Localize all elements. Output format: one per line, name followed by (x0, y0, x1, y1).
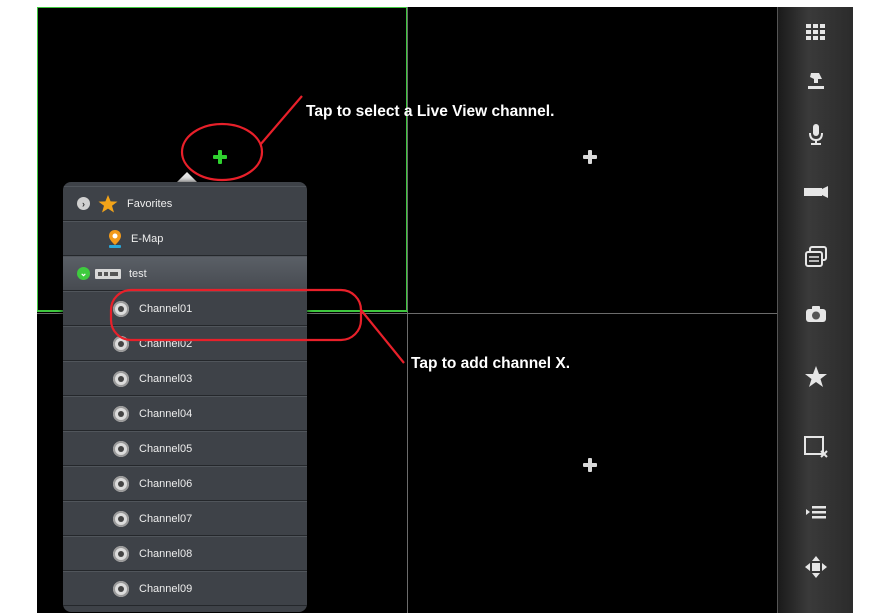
add-channel-plus-icon[interactable] (583, 150, 597, 164)
nvr-device-icon (95, 268, 121, 279)
record-icon (804, 186, 828, 198)
chevron-right-icon[interactable]: › (77, 197, 90, 210)
ptz-icon (808, 73, 824, 89)
channel-label: Channel06 (139, 477, 193, 490)
favorites-row[interactable]: › Favorites (63, 186, 307, 221)
add-channel-annotation: Tap to add channel X. (411, 355, 571, 372)
direction-pad-button[interactable] (778, 542, 853, 592)
emap-row[interactable]: E-Map (63, 221, 307, 256)
channel-row[interactable]: Channel07 (63, 501, 307, 536)
channel-row[interactable]: Channel04 (63, 396, 307, 431)
camera-icon (113, 475, 129, 492)
channel-row[interactable]: Channel08 (63, 536, 307, 571)
channel-row[interactable]: Channel09 (63, 571, 307, 606)
camera-icon (113, 335, 129, 352)
channel-label: Channel08 (139, 547, 193, 560)
channel-label: Channel05 (139, 442, 193, 455)
camera-icon (113, 580, 129, 597)
star-icon (98, 194, 118, 212)
channel-row[interactable]: Channel02 (63, 326, 307, 361)
add-channel-plus-icon[interactable] (583, 458, 597, 472)
channel-label: Channel07 (139, 512, 193, 525)
favorite-button[interactable] (778, 352, 853, 402)
layout-grid-button[interactable] (778, 7, 853, 57)
favorites-label: Favorites (127, 197, 173, 210)
chevron-down-icon[interactable]: ⌄ (77, 267, 90, 280)
select-channel-annotation: Tap to select a Live View channel. (306, 103, 555, 120)
channel-row[interactable]: Channel03 (63, 361, 307, 396)
popup-pointer (177, 172, 197, 182)
right-toolbar (777, 7, 853, 613)
layout-grid-icon (806, 24, 825, 40)
snapshot-button[interactable] (778, 289, 853, 339)
microphone-button[interactable] (778, 109, 853, 159)
record-button[interactable] (778, 167, 853, 217)
direction-pad-icon (805, 556, 827, 578)
emap-label: E-Map (131, 232, 164, 245)
channel-label: Channel03 (139, 372, 193, 385)
camera-icon (113, 545, 129, 562)
list-menu-button[interactable] (778, 487, 853, 537)
camera-icon (113, 440, 129, 457)
group-label: test (129, 267, 147, 280)
channel-label: Channel02 (139, 337, 193, 350)
list-menu-icon (806, 506, 826, 519)
channel-label: Channel09 (139, 582, 193, 595)
channel-picker-popup: › Favorites E-Map ⌄ test Channel01 Chann… (63, 182, 307, 612)
ptz-button[interactable] (778, 57, 853, 107)
microphone-icon (809, 124, 823, 145)
switch-stream-icon (805, 246, 827, 267)
map-pin-icon (109, 229, 121, 248)
grid-divider-vertical (407, 7, 408, 613)
close-view-button[interactable] (778, 422, 853, 472)
camera-icon (113, 370, 129, 387)
group-row[interactable]: ⌄ test (63, 256, 307, 291)
channel-row[interactable]: Channel01 (63, 291, 307, 326)
channel-label: Channel04 (139, 407, 193, 420)
camera-icon (113, 510, 129, 527)
channel-label: Channel01 (139, 302, 193, 315)
snapshot-icon (806, 306, 826, 322)
favorite-star-icon (805, 366, 827, 387)
switch-stream-button[interactable] (778, 232, 853, 282)
add-channel-plus-icon[interactable] (213, 150, 227, 164)
close-view-icon (804, 436, 828, 458)
camera-icon (113, 300, 129, 317)
channel-row[interactable]: Channel05 (63, 431, 307, 466)
camera-icon (113, 405, 129, 422)
channel-row[interactable]: Channel06 (63, 466, 307, 501)
